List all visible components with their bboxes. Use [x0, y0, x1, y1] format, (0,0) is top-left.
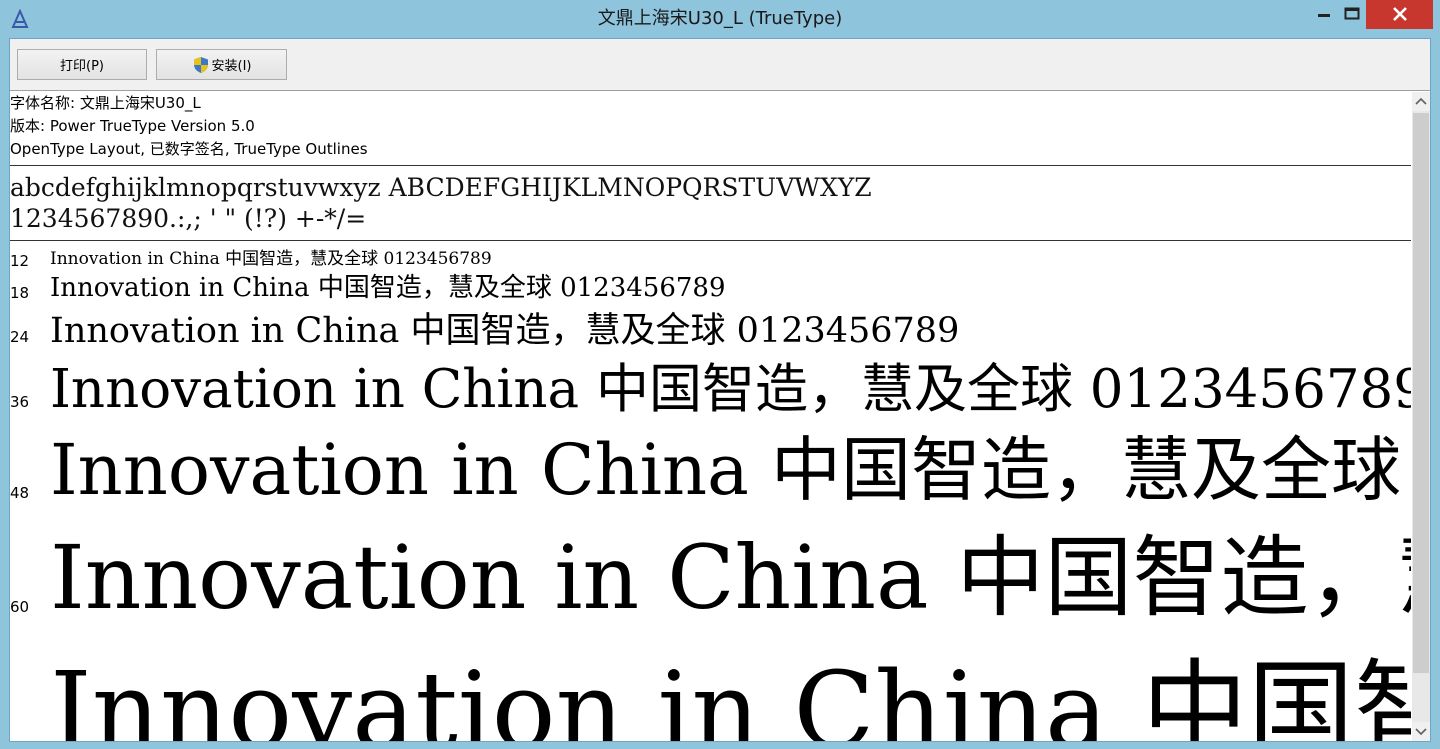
sample-row-60: 60 Innovation in China 中国智造，慧及全球 0123456… — [10, 522, 1411, 642]
window-title: 文鼎上海宋U30_L (TrueType) — [597, 8, 843, 29]
size-label: 60 — [10, 598, 30, 616]
scroll-thumb[interactable] — [1413, 113, 1429, 673]
sample-text: Innovation in China 中国智造，慧及全球 0123456789 — [50, 249, 492, 269]
sample-text: Innovation in China 中国智造，慧及全球 0123456789 — [50, 311, 960, 351]
character-set: abcdefghijklmnopqrstuvwxyz ABCDEFGHIJKLM… — [10, 172, 1411, 234]
sample-text: Innovation in China 中国智造，慧及全球 0123456789 — [50, 526, 1411, 629]
divider — [10, 165, 1411, 166]
chevron-up-icon — [1415, 97, 1427, 105]
charset-digits-symbols: 1234567890.:,; ' " (!?) +-*/= — [10, 204, 367, 233]
sample-row-24: 24 Innovation in China 中国智造，慧及全球 0123456… — [10, 308, 1411, 352]
install-button-label: 安装(I) — [211, 59, 252, 74]
sample-text: Innovation in China 中国智造，慧及全球 0123456789 — [50, 649, 1411, 741]
size-label: 18 — [10, 284, 30, 302]
close-button[interactable] — [1366, 0, 1433, 29]
sample-row-48: 48 Innovation in China 中国智造，慧及全球 0123456… — [10, 427, 1411, 522]
scroll-up-button[interactable] — [1412, 92, 1430, 111]
sample-row-36: 36 Innovation in China 中国智造，慧及全球 0123456… — [10, 354, 1411, 426]
font-version-line: 版本: Power TrueType Version 5.0 — [10, 117, 255, 135]
sample-text: Innovation in China 中国智造，慧及全球 0123456789 — [50, 429, 1411, 511]
maximize-icon — [1344, 7, 1359, 20]
toolbar: 打印(P) 安装(I) — [10, 39, 1430, 91]
size-label: 12 — [10, 252, 30, 270]
size-label: 24 — [10, 328, 30, 346]
font-preview-pane[interactable]: 字体名称: 文鼎上海宋U30_L 版本: Power TrueType Vers… — [10, 92, 1411, 741]
scroll-down-button[interactable] — [1412, 722, 1430, 741]
uac-shield-icon — [193, 56, 208, 73]
charset-letters: abcdefghijklmnopqrstuvwxyz ABCDEFGHIJKLM… — [10, 173, 872, 202]
sample-text: Innovation in China 中国智造，慧及全球 0123456789 — [50, 273, 726, 303]
minimize-icon — [1317, 14, 1330, 17]
install-button[interactable]: 安装(I) — [156, 49, 287, 80]
font-features-line: OpenType Layout, 已数字签名, TrueType Outline… — [10, 140, 368, 158]
print-button-label: 打印(P) — [60, 59, 104, 74]
font-info: 字体名称: 文鼎上海宋U30_L 版本: Power TrueType Vers… — [10, 92, 1411, 161]
font-viewer-window: 文鼎上海宋U30_L (TrueType) 打印(P) 安装(I) 字体名称: … — [0, 0, 1440, 749]
title-bar[interactable]: 文鼎上海宋U30_L (TrueType) — [0, 0, 1440, 38]
close-icon — [1392, 7, 1407, 21]
size-label: 36 — [10, 393, 30, 411]
size-label: 48 — [10, 484, 30, 502]
size-label: 72 — [10, 738, 29, 741]
print-button[interactable]: 打印(P) — [17, 49, 147, 80]
chevron-down-icon — [1415, 728, 1427, 736]
minimize-button[interactable] — [1310, 0, 1337, 30]
maximize-button[interactable] — [1338, 0, 1365, 30]
vertical-scrollbar[interactable] — [1412, 92, 1430, 741]
font-name-line: 字体名称: 文鼎上海宋U30_L — [10, 94, 201, 112]
sample-row-72: 72 Innovation in China 中国智造，慧及全球 0123456… — [10, 642, 1411, 741]
sample-text: Innovation in China 中国智造，慧及全球 0123456789 — [50, 359, 1411, 420]
sample-row-12: 12 Innovation in China 中国智造，慧及全球 0123456… — [10, 247, 1411, 271]
divider — [10, 240, 1411, 241]
sample-row-18: 18 Innovation in China 中国智造，慧及全球 0123456… — [10, 272, 1411, 308]
client-area: 打印(P) 安装(I) 字体名称: 文鼎上海宋U30_L 版本: Power T… — [9, 38, 1431, 742]
